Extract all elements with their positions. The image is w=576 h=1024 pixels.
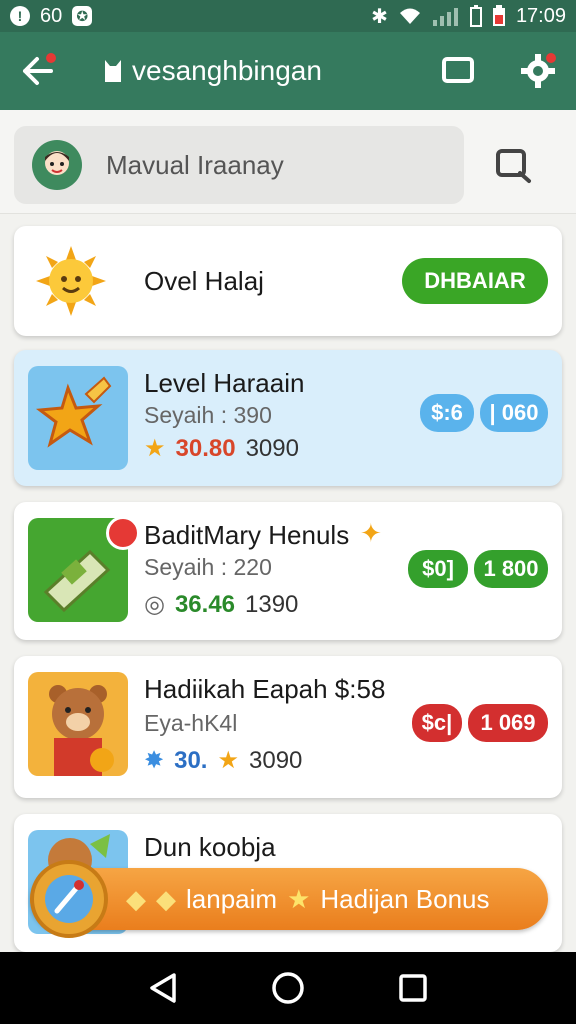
nav-recents-button[interactable] (393, 968, 433, 1008)
price-right: 1 800 (474, 550, 548, 588)
card-title: Ovel Halaj (144, 266, 264, 296)
price-pill[interactable]: $0] 1 800 (408, 550, 548, 588)
list-item[interactable]: BaditMary Henuls ✦ Seyaih : 220 ◎ 36.46 … (14, 502, 562, 640)
status-bar: ! 60 ✪ ✱ 17:09 (0, 0, 576, 32)
stat-value: 36.46 (174, 590, 236, 618)
price-pill[interactable]: $c| 1 069 (412, 704, 548, 742)
price-left: $0] (408, 550, 468, 588)
sun-icon (36, 246, 106, 316)
app-title: vesanghbingan (132, 55, 322, 86)
list-item[interactable]: Level Haraain Seyaih : 390 ★ 30.80 3090 … (14, 350, 562, 486)
card-stats: ◎ 36.46 1390 (144, 590, 298, 619)
card-title: Dun koobja (144, 832, 276, 862)
card-title: BaditMary Henuls (144, 520, 350, 550)
notification-dot (46, 53, 56, 63)
card-subtitle: Seyaih : 220 (144, 554, 272, 580)
avatar (32, 140, 82, 190)
battery-icon (492, 5, 505, 26)
coin-icon: ◎ (144, 591, 165, 618)
card-action-button[interactable]: DHBAIAR (402, 258, 548, 304)
card-title: Level Haraain (144, 368, 305, 398)
settings-notification-dot (546, 53, 556, 63)
badge-icon: ✸ (144, 747, 165, 774)
nav-home-button[interactable] (268, 968, 308, 1008)
sparkle-icon: ✦ (360, 518, 382, 548)
card-thumbnail (28, 672, 128, 776)
price-pill[interactable]: $:6 | 060 (420, 394, 548, 432)
bonus-label-b: Hadijan Bonus (320, 883, 490, 914)
star-icon: ★ (144, 435, 166, 462)
circle-home-icon (272, 972, 304, 1004)
app-bar: vesanghbingan (0, 32, 576, 110)
square-recents-icon (399, 974, 428, 1002)
price-right: | 060 (480, 394, 548, 432)
stat-count: 3090 (245, 434, 299, 462)
search-icon (496, 149, 531, 183)
clock: 17:09 (515, 4, 566, 27)
status-number: 60 (40, 4, 63, 27)
gift-badge-icon (106, 516, 140, 550)
bluetooth-icon: ✱ (371, 5, 388, 28)
card-title: Hadiikah Eapah $:58 (144, 674, 386, 704)
bonus-medal-icon (30, 860, 108, 938)
price-left: $:6 (420, 394, 474, 432)
stat-count: 3090 (249, 746, 303, 774)
stat-value: 30.80 (175, 434, 236, 462)
stat-value: 30. (174, 746, 208, 774)
price-right: 1 069 (468, 704, 548, 742)
list-item[interactable]: Ovel Halaj DHBAIAR (14, 226, 562, 336)
bonus-label-a: lanpaim (186, 883, 278, 914)
star-icon: ★ (287, 883, 311, 914)
card-subtitle: Eya-hK4l (144, 710, 238, 736)
battery-outline-icon (469, 5, 482, 27)
search-button[interactable] (488, 144, 538, 188)
app-logo-icon (105, 60, 121, 82)
card-subtitle: Seyaih : 390 (144, 402, 272, 428)
chest-icon: ◆ (156, 883, 176, 914)
window-button[interactable] (438, 51, 478, 91)
profile-search-bar: Mavual Iraanay (0, 110, 576, 214)
wifi-icon (399, 8, 420, 24)
star-icon: ★ (217, 747, 239, 774)
back-button[interactable] (18, 51, 58, 91)
profile-field[interactable]: Mavual Iraanay (14, 126, 464, 204)
card-stats: ✸ 30. ★ 3090 (144, 746, 302, 775)
settings-button[interactable] (518, 51, 558, 91)
card-thumbnail (28, 366, 128, 470)
system-nav-bar (0, 952, 576, 1024)
signal-icon (432, 8, 458, 26)
triangle-back-icon (149, 973, 176, 1003)
card-stats: ★ 30.80 3090 (144, 434, 299, 463)
game-icon: ✪ (72, 6, 93, 26)
list-item[interactable]: Hadiikah Eapah $:58 Eya-hK4l ✸ 30. ★ 309… (14, 656, 562, 798)
nav-back-button[interactable] (143, 968, 183, 1008)
price-left: $c| (412, 704, 462, 742)
stat-count: 1390 (245, 590, 299, 618)
chest-icon: ◆ (126, 883, 146, 914)
alert-icon: ! (10, 6, 30, 26)
window-icon (442, 57, 474, 83)
profile-name: Mavual Iraanay (106, 149, 284, 180)
